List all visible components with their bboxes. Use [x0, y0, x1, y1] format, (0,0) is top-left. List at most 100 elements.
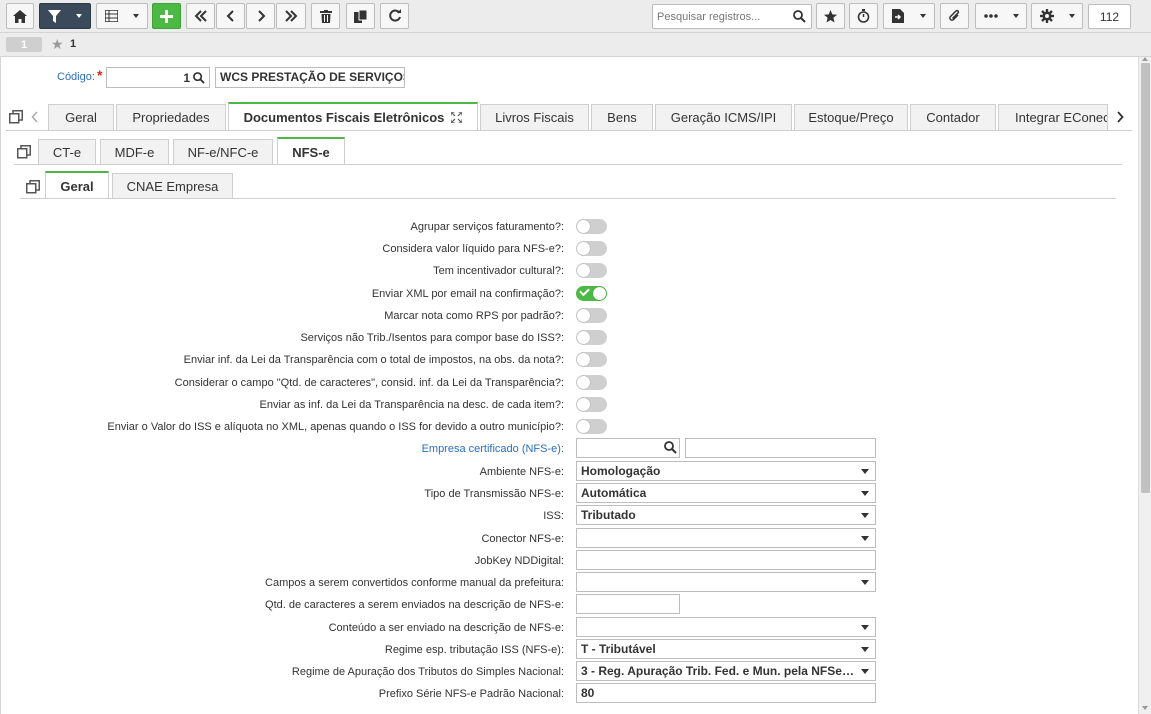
field-label-tipo-transmissao: Tipo de Transmissão NFS-e:: [424, 488, 564, 500]
toggle-knob: [593, 287, 606, 300]
company-name-field[interactable]: WCS PRESTAÇÃO DE SERVIÇOS: [215, 67, 405, 88]
home-button[interactable]: [6, 3, 34, 29]
toggle-qtd-caracteres[interactable]: [576, 375, 607, 390]
tipo-transmissao-select[interactable]: Automática: [576, 483, 876, 503]
duplicate-window-icon[interactable]: [17, 145, 31, 159]
chevron-right-icon[interactable]: [1116, 111, 1124, 123]
favorite-button[interactable]: [816, 3, 845, 29]
toggle-knob: [577, 331, 590, 344]
campos-convertidos-select[interactable]: [576, 572, 876, 592]
field-label-empresa-certificado[interactable]: Empresa certificado (NFS-e):: [422, 443, 564, 455]
field-label-regime-esp: Regime esp. tributação ISS (NFS-e):: [384, 644, 564, 656]
toggle-knob: [577, 220, 590, 233]
settings-button[interactable]: [1031, 3, 1083, 29]
toggle-lei-transparencia-obs[interactable]: [576, 352, 607, 367]
toggle-label: Enviar inf. da Lei da Transparência com …: [183, 354, 564, 366]
qtd-caracteres-input[interactable]: [576, 594, 680, 614]
jobkey-input[interactable]: [576, 550, 876, 570]
timer-button[interactable]: [849, 3, 878, 29]
search-icon[interactable]: [664, 441, 677, 454]
toggle-valor-iss-xml[interactable]: [576, 419, 607, 434]
toggle-knob: [577, 376, 590, 389]
tab-cnae-empresa[interactable]: CNAE Empresa: [112, 173, 233, 199]
tab-documentos-fiscais-label: Documentos Fiscais Eletrônicos: [243, 109, 445, 125]
scroll-up-icon[interactable]: [1142, 57, 1148, 61]
refresh-button[interactable]: [380, 3, 409, 29]
last-record-button[interactable]: [276, 3, 306, 29]
tab-documentos-fiscais[interactable]: Documentos Fiscais Eletrônicos: [228, 102, 478, 130]
trash-icon: [319, 9, 332, 23]
previous-record-button[interactable]: [216, 3, 245, 29]
record-count: 112: [1088, 4, 1131, 29]
record-index-pill[interactable]: 1: [6, 37, 42, 52]
chevron-left-icon: [226, 10, 234, 22]
regime-apuracao-value: 3 - Reg. Apuração Trib. Fed. e Mun. pela…: [581, 664, 862, 678]
tab-mdfe[interactable]: MDF-e: [100, 139, 169, 165]
tab-estoque-preco[interactable]: Estoque/Preço: [794, 104, 908, 130]
toggle-incentivador-cultural[interactable]: [576, 263, 607, 278]
tab-nfse[interactable]: NFS-e: [277, 137, 345, 165]
duplicate-window-icon[interactable]: [9, 110, 23, 124]
duplicate-window-icon[interactable]: [26, 180, 40, 194]
home-icon: [13, 9, 27, 23]
iss-select[interactable]: Tributado: [576, 505, 876, 525]
conteudo-descricao-select[interactable]: [576, 617, 876, 637]
search-input[interactable]: [653, 5, 791, 28]
search-field[interactable]: [652, 4, 812, 29]
tab-livros-fiscais[interactable]: Livros Fiscais: [480, 104, 589, 130]
conector-select[interactable]: [576, 528, 876, 548]
tab-geral[interactable]: Geral: [48, 104, 114, 130]
double-chevron-right-icon: [285, 10, 298, 22]
toggle-marcar-rps[interactable]: [576, 308, 607, 323]
chevron-down-icon: [1012, 14, 1019, 18]
tab-cte[interactable]: CT-e: [38, 139, 96, 165]
chevron-down-icon: [861, 580, 869, 585]
scroll-down-icon[interactable]: [1142, 706, 1148, 710]
star-icon[interactable]: ★: [51, 37, 64, 52]
add-record-button[interactable]: [152, 3, 181, 29]
next-record-button[interactable]: [246, 3, 275, 29]
filter-button[interactable]: [39, 3, 91, 29]
paperclip-icon: [949, 9, 960, 21]
tab-geracao-icms-ipi[interactable]: Geração ICMS/IPI: [655, 104, 792, 130]
empresa-certificado-field[interactable]: [576, 438, 680, 458]
more-actions-button[interactable]: [975, 3, 1027, 29]
scroll-thumb[interactable]: [1141, 63, 1150, 493]
tab-nfse-geral[interactable]: Geral: [45, 171, 109, 199]
ambiente-select[interactable]: Homologação: [576, 461, 876, 481]
chevron-left-icon[interactable]: [31, 111, 39, 123]
tab-propriedades[interactable]: Propriedades: [116, 104, 226, 130]
tab-bens[interactable]: Bens: [591, 104, 653, 130]
check-icon: [579, 285, 590, 297]
first-record-button[interactable]: [186, 3, 215, 29]
toggle-lei-transparencia-item[interactable]: [576, 397, 607, 412]
chevron-down-icon: [861, 647, 869, 652]
tab-integrar-econect[interactable]: Integrar EConect: [998, 104, 1108, 130]
codigo-field[interactable]: 1: [106, 67, 210, 88]
regime-esp-select[interactable]: T - Tributável: [576, 639, 876, 659]
vertical-scrollbar[interactable]: [1138, 57, 1151, 714]
expand-icon[interactable]: [451, 111, 463, 123]
delete-button[interactable]: [311, 3, 340, 29]
toggle-label: Agrupar serviços faturamento?:: [410, 221, 564, 233]
toggle-enviar-xml-email[interactable]: [576, 285, 607, 301]
toggle-agrupar-servicos[interactable]: [576, 219, 607, 234]
tab-nfe-nfce[interactable]: NF-e/NFC-e: [173, 139, 273, 165]
chevron-down-icon: [861, 513, 869, 518]
toggle-label: Considerar o campo "Qtd. de caracteres",…: [174, 377, 564, 389]
view-mode-button[interactable]: [96, 3, 148, 29]
copy-record-button[interactable]: [346, 3, 375, 29]
chevron-right-icon: [257, 10, 265, 22]
search-icon[interactable]: [793, 10, 806, 23]
prefixo-serie-input[interactable]: 80: [576, 683, 876, 703]
export-button[interactable]: [883, 3, 935, 29]
field-label-jobkey: JobKey NDDigital:: [474, 555, 564, 567]
search-icon[interactable]: [193, 71, 205, 84]
toggle-label: Considera valor líquido para NFS-e?:: [382, 243, 564, 255]
toggle-servicos-nao-trib[interactable]: [576, 330, 607, 345]
regime-apuracao-select[interactable]: 3 - Reg. Apuração Trib. Fed. e Mun. pela…: [576, 661, 876, 681]
toggle-valor-liquido[interactable]: [576, 241, 607, 256]
attachment-button[interactable]: [940, 3, 969, 29]
ambiente-value: Homologação: [581, 464, 661, 478]
tab-contador[interactable]: Contador: [910, 104, 996, 130]
